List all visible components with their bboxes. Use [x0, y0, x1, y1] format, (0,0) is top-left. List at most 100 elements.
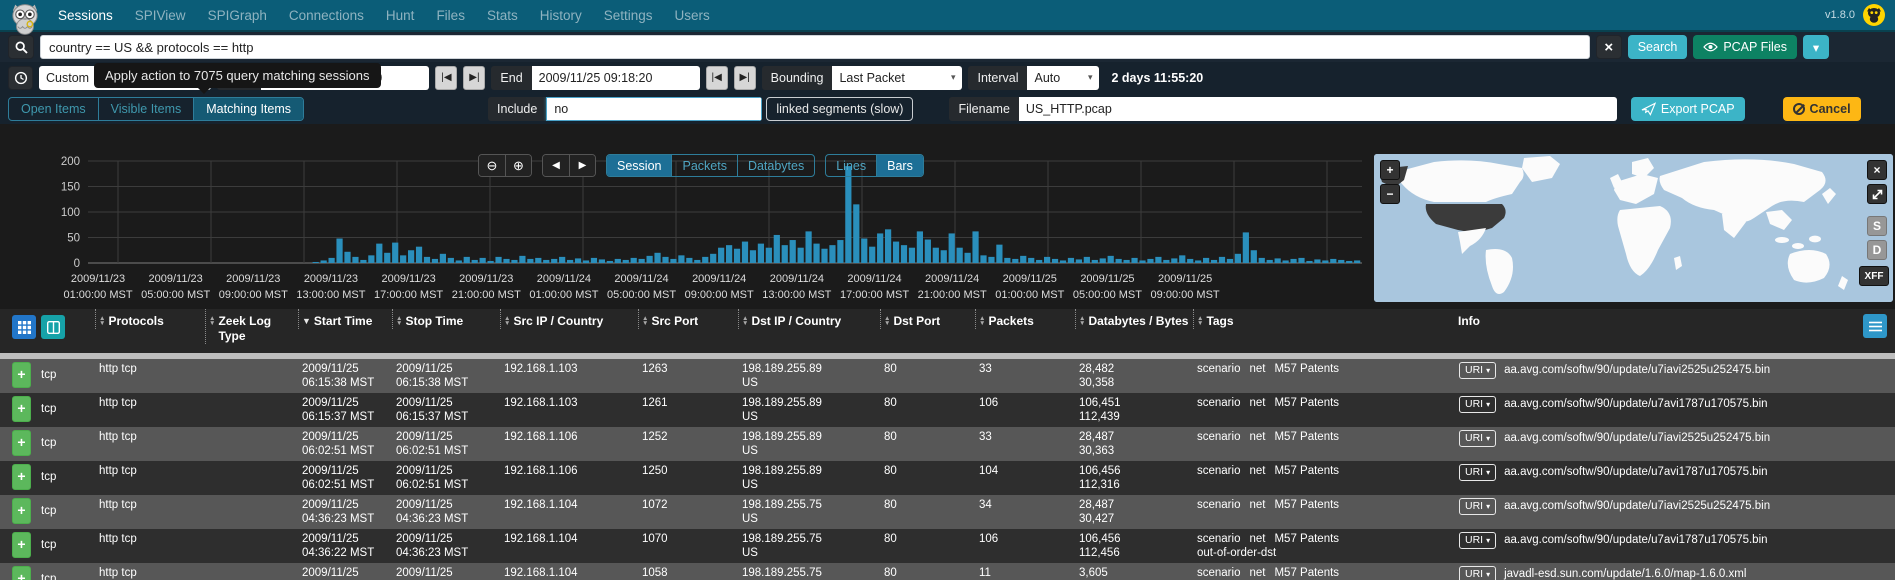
nav-item-spiview[interactable]: SPIView [135, 8, 186, 23]
expand-session-button[interactable]: + [12, 464, 31, 490]
table-row[interactable]: + tcp http tcp 2009/11/25 06:15:37 MST 2009/1… [0, 393, 1895, 427]
table-row[interactable]: + tcp http tcp 2009/11/25 04:36:23 MST 2009/1… [0, 495, 1895, 529]
end-step-back-button[interactable]: |◀ [705, 65, 728, 90]
nav-item-users[interactable]: Users [675, 8, 710, 23]
chart-style-lines[interactable]: Lines [826, 155, 876, 176]
nav-item-hunt[interactable]: Hunt [386, 8, 415, 23]
include-segments-input[interactable] [546, 96, 763, 121]
tag[interactable]: scenario [1197, 431, 1240, 443]
map-close-button[interactable]: × [1867, 160, 1887, 180]
column-header-databytes-bytes[interactable]: ▲ ▼ Databytes / Bytes [1075, 309, 1193, 329]
column-header-src-ip-country[interactable]: ▲ ▼ Src IP / Country [500, 309, 638, 329]
tag[interactable]: net [1249, 397, 1265, 409]
uri-dropdown[interactable]: URI ▾ [1459, 396, 1497, 414]
sessions-timeline-chart[interactable]: 0 50 100 150 200 2009/11/23 01:00:00 MST 2009/1… [0, 124, 1370, 309]
uri-dropdown[interactable]: URI ▾ [1459, 566, 1497, 580]
tag[interactable]: M57 Patents [1274, 533, 1339, 545]
uri-dropdown[interactable]: URI ▾ [1459, 498, 1497, 516]
end-step-forward-button[interactable]: ▶| [733, 65, 756, 90]
table-row[interactable]: + tcp http tcp 2009/11/25 2009/11/25 192.168.… [0, 563, 1895, 580]
nav-item-history[interactable]: History [540, 8, 582, 23]
search-icon[interactable] [8, 35, 34, 59]
tag[interactable]: M57 Patents [1274, 567, 1339, 579]
scope-open-items[interactable]: Open Items [9, 98, 98, 120]
export-pcap-button[interactable]: Export PCAP [1630, 96, 1745, 121]
chart-zoom-in-button[interactable]: ⊕ [505, 155, 531, 176]
chart-pan-right-button[interactable]: ▶ [569, 155, 595, 176]
chart-pan-left-button[interactable]: ◀ [543, 155, 569, 176]
tag[interactable]: net [1249, 363, 1265, 375]
nav-item-sessions[interactable]: Sessions [58, 8, 113, 23]
tag[interactable]: out-of-order-dst [1197, 547, 1276, 559]
map-zoom-in-button[interactable]: + [1380, 160, 1400, 180]
expand-session-button[interactable]: + [12, 498, 31, 524]
chart-zoom-out-button[interactable]: ⊖ [479, 155, 505, 176]
map-zoom-out-button[interactable]: − [1380, 184, 1400, 204]
tag[interactable]: scenario [1197, 397, 1240, 409]
expand-session-button[interactable]: + [12, 362, 31, 388]
tag[interactable]: scenario [1197, 465, 1240, 477]
map-expand-button[interactable] [1867, 184, 1887, 204]
chart-view-session[interactable]: Session [607, 155, 672, 176]
owlh-info-icon[interactable] [1863, 4, 1885, 26]
column-header-stop-time[interactable]: ▲ ▼ Stop Time [392, 309, 500, 329]
search-button[interactable]: Search [1627, 35, 1688, 59]
table-row[interactable]: + tcp http tcp 2009/11/25 06:02:51 MST 2009/1… [0, 461, 1895, 495]
column-header-zeek-log-type[interactable]: ▲ ▼ Zeek Log Type [205, 309, 298, 344]
chart-view-packets[interactable]: Packets [671, 155, 736, 176]
world-map[interactable]: + − × S D XFF [1374, 154, 1893, 302]
nav-item-settings[interactable]: Settings [604, 8, 653, 23]
tag[interactable]: net [1249, 499, 1265, 511]
chart-view-databytes[interactable]: Databytes [736, 155, 814, 176]
tag[interactable]: M57 Patents [1274, 363, 1339, 375]
tag[interactable]: net [1249, 533, 1265, 545]
tag[interactable]: M57 Patents [1274, 465, 1339, 477]
nav-item-connections[interactable]: Connections [289, 8, 364, 23]
expand-session-button[interactable]: + [12, 430, 31, 456]
map-xff-toggle[interactable]: XFF [1859, 266, 1889, 286]
expand-session-button[interactable]: + [12, 532, 31, 558]
map-dst-toggle[interactable]: D [1867, 240, 1887, 260]
scope-visible-items[interactable]: Visible Items [97, 97, 194, 120]
chart-style-bars[interactable]: Bars [876, 155, 923, 176]
nav-item-spigraph[interactable]: SPIGraph [208, 8, 267, 23]
clear-search-button[interactable]: × [1595, 35, 1622, 59]
filename-input[interactable] [1018, 96, 1617, 121]
tag[interactable]: scenario [1197, 567, 1240, 579]
uri-dropdown[interactable]: URI ▾ [1459, 430, 1497, 448]
start-step-forward-button[interactable]: ▶| [463, 65, 486, 90]
pcap-files-button[interactable]: PCAP Files [1693, 35, 1797, 59]
uri-dropdown[interactable]: URI ▾ [1459, 532, 1497, 550]
expand-session-button[interactable]: + [12, 566, 31, 580]
table-row[interactable]: + tcp http tcp 2009/11/25 06:15:38 MST 2009/1… [0, 359, 1895, 393]
tag[interactable]: M57 Patents [1274, 397, 1339, 409]
interval-select[interactable]: Auto ▾ [1027, 65, 1100, 90]
tag[interactable]: scenario [1197, 499, 1240, 511]
tag[interactable]: M57 Patents [1274, 499, 1339, 511]
map-src-toggle[interactable]: S [1867, 216, 1887, 236]
end-time-input[interactable] [531, 65, 700, 90]
expand-session-button[interactable]: + [12, 396, 31, 422]
column-header-src-port[interactable]: ▲ ▼ Src Port [638, 309, 738, 329]
tag[interactable]: scenario [1197, 533, 1240, 545]
bounding-select[interactable]: Last Packet ▾ [832, 65, 963, 90]
cancel-button[interactable]: Cancel [1782, 96, 1861, 121]
scope-matching-items[interactable]: Matching Items [193, 97, 304, 120]
tag[interactable]: net [1249, 465, 1265, 477]
tag[interactable]: scenario [1197, 363, 1240, 375]
uri-dropdown[interactable]: URI ▾ [1459, 464, 1497, 482]
sessions-grid-icon[interactable] [12, 315, 36, 339]
column-header-dst-port[interactable]: ▲ ▼ Dst Port [880, 309, 975, 329]
start-step-back-button[interactable]: |◀ [435, 65, 458, 90]
table-row[interactable]: + tcp http tcp 2009/11/25 06:02:51 MST 2009/1… [0, 427, 1895, 461]
column-header-packets[interactable]: ▲ ▼ Packets [975, 309, 1075, 329]
table-row[interactable]: + tcp http tcp 2009/11/25 04:36:22 MST 2009/1… [0, 529, 1895, 563]
search-input[interactable] [40, 35, 1590, 59]
tag[interactable]: M57 Patents [1274, 431, 1339, 443]
column-config-menu-icon[interactable] [1863, 314, 1887, 338]
nav-item-stats[interactable]: Stats [487, 8, 518, 23]
column-header-protocols[interactable]: ▲ ▼ Protocols [95, 309, 205, 329]
toggle-columns-icon[interactable] [41, 315, 65, 339]
tag[interactable]: net [1249, 567, 1265, 579]
clock-icon[interactable] [8, 65, 33, 90]
